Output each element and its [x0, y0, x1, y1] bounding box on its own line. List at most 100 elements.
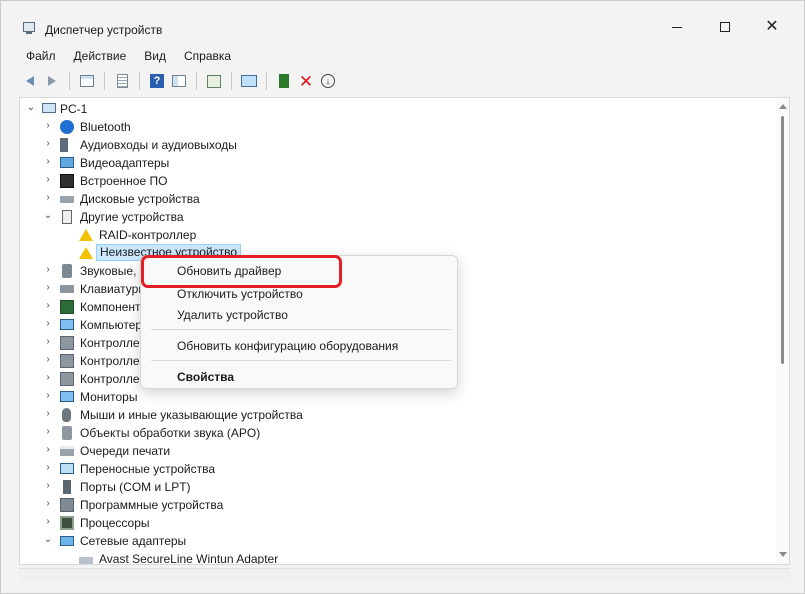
- tree-item-monitors[interactable]: › Мониторы: [20, 388, 780, 406]
- properties-icon: [172, 75, 186, 87]
- toolbar-separator: [139, 72, 140, 90]
- tree-item-software-devices[interactable]: › Программные устройства: [20, 496, 780, 514]
- toolbar: ? ✕ ↓: [19, 69, 339, 93]
- network-adapter-icon: [79, 557, 93, 564]
- chevron-right-icon[interactable]: ›: [43, 373, 53, 383]
- update-driver-icon: [279, 74, 289, 88]
- chevron-right-icon[interactable]: ›: [43, 445, 53, 455]
- chevron-right-icon[interactable]: ›: [43, 499, 53, 509]
- device-manager-app-icon: [23, 22, 35, 34]
- menu-view[interactable]: Вид: [135, 45, 175, 67]
- vertical-scrollbar[interactable]: [776, 98, 789, 564]
- scrollbar-thumb[interactable]: [781, 116, 784, 364]
- display-adapter-icon: [60, 157, 74, 168]
- tree-item-display-adapters[interactable]: › Видеоадаптеры: [20, 154, 780, 172]
- show-devices-button[interactable]: [76, 70, 98, 92]
- computer-icon: [42, 103, 56, 113]
- chevron-right-icon[interactable]: ›: [43, 121, 53, 131]
- software-device-icon: [60, 498, 74, 512]
- chevron-right-icon[interactable]: ›: [43, 301, 53, 311]
- chevron-right-icon[interactable]: ›: [43, 463, 53, 473]
- chevron-down-icon[interactable]: ⌄: [43, 535, 53, 545]
- chevron-right-icon[interactable]: ›: [43, 175, 53, 185]
- port-icon: [63, 480, 71, 494]
- scan-hardware-button[interactable]: [203, 70, 225, 92]
- menu-file[interactable]: Файл: [17, 45, 65, 67]
- toolbar-separator: [104, 72, 105, 90]
- tree-item-print-queues[interactable]: › Очереди печати: [20, 442, 780, 460]
- uninstall-device-menu-item[interactable]: Удалить устройство: [177, 308, 288, 322]
- properties-button[interactable]: [168, 70, 190, 92]
- warning-icon: [79, 247, 93, 259]
- tree-item-raid-controller[interactable]: RAID-контроллер: [20, 226, 780, 244]
- scroll-down-icon[interactable]: [779, 552, 787, 557]
- monitor-button[interactable]: [238, 70, 260, 92]
- chevron-right-icon[interactable]: ›: [43, 193, 53, 203]
- tree-item-audio-io[interactable]: › Аудиовходы и аудиовыходы: [20, 136, 780, 154]
- chevron-right-icon[interactable]: ›: [43, 319, 53, 329]
- help-button[interactable]: ?: [146, 70, 168, 92]
- firmware-icon: [60, 174, 74, 188]
- tree-item-processors[interactable]: › Процессоры: [20, 514, 780, 532]
- chevron-right-icon[interactable]: ›: [43, 409, 53, 419]
- tree-item-avast-adapter[interactable]: Avast SecureLine Wintun Adapter: [20, 550, 780, 564]
- unknown-device-icon: [62, 210, 72, 224]
- toolbar-separator: [266, 72, 267, 90]
- menu-separator: [151, 360, 451, 361]
- download-button[interactable]: ↓: [317, 70, 339, 92]
- maximize-button[interactable]: [702, 11, 748, 43]
- chevron-down-icon[interactable]: ⌄: [26, 103, 36, 113]
- tree-item-other-devices[interactable]: ⌄ Другие устройства: [20, 208, 780, 226]
- tree-item-ports[interactable]: › Порты (COM и LPT): [20, 478, 780, 496]
- chevron-right-icon[interactable]: ›: [43, 355, 53, 365]
- close-button[interactable]: ✕: [749, 11, 795, 43]
- printer-icon: [60, 446, 74, 456]
- scan-hardware-menu-item[interactable]: Обновить конфигурацию оборудования: [177, 339, 398, 353]
- tree-item-firmware[interactable]: › Встроенное ПО: [20, 172, 780, 190]
- tree-item-label: Видеоадаптеры: [80, 156, 170, 170]
- window-title: Диспетчер устройств: [45, 23, 163, 37]
- disable-device-menu-item[interactable]: Отключить устройство: [177, 287, 303, 301]
- document-button[interactable]: [111, 70, 133, 92]
- close-icon: ✕: [765, 18, 779, 35]
- tree-item-network-adapters[interactable]: ⌄ Сетевые адаптеры: [20, 532, 780, 550]
- chevron-right-icon[interactable]: ›: [43, 265, 53, 275]
- chevron-right-icon[interactable]: ›: [43, 391, 53, 401]
- tree-root[interactable]: ⌄ PC-1: [20, 100, 780, 118]
- tree-item-label: Дисковые устройства: [80, 192, 200, 206]
- tree-item-disk-drives[interactable]: › Дисковые устройства: [20, 190, 780, 208]
- minimize-button[interactable]: [654, 11, 700, 43]
- chevron-right-icon[interactable]: ›: [43, 337, 53, 347]
- tree-item-bluetooth[interactable]: › Bluetooth: [20, 118, 780, 136]
- minimize-icon: [672, 26, 682, 28]
- scroll-up-icon[interactable]: [779, 104, 787, 109]
- menu-help[interactable]: Справка: [175, 45, 240, 67]
- chevron-right-icon[interactable]: ›: [43, 157, 53, 167]
- chevron-right-icon[interactable]: ›: [43, 517, 53, 527]
- title-bar[interactable]: Диспетчер устройств ✕: [1, 1, 804, 43]
- menu-bar: Файл Действие Вид Справка: [17, 45, 240, 67]
- chevron-right-icon[interactable]: ›: [43, 283, 53, 293]
- update-driver-button[interactable]: [273, 70, 295, 92]
- tree-item-mice[interactable]: › Мыши и иные указывающие устройства: [20, 406, 780, 424]
- chevron-right-icon[interactable]: ›: [43, 427, 53, 437]
- status-bar: [19, 568, 790, 582]
- tree-item-label: Встроенное ПО: [80, 174, 168, 188]
- remove-device-button[interactable]: ✕: [295, 70, 317, 92]
- tree-item-apo[interactable]: › Объекты обработки звука (APO): [20, 424, 780, 442]
- tree-item-label: Процессоры: [80, 516, 150, 530]
- disk-drive-icon: [60, 196, 74, 203]
- tree-item-label: Контролле: [80, 336, 140, 350]
- chevron-right-icon[interactable]: ›: [43, 139, 53, 149]
- back-button[interactable]: [19, 70, 41, 92]
- properties-menu-item[interactable]: Свойства: [177, 370, 234, 384]
- tree-item-label: Мыши и иные указывающие устройства: [80, 408, 303, 422]
- tree-item-label: Компонент: [80, 300, 141, 314]
- usb-controller-icon: [60, 354, 74, 368]
- tree-item-portable-devices[interactable]: › Переносные устройства: [20, 460, 780, 478]
- forward-button[interactable]: [41, 70, 63, 92]
- menu-action[interactable]: Действие: [65, 45, 136, 67]
- toolbar-separator: [69, 72, 70, 90]
- chevron-right-icon[interactable]: ›: [43, 481, 53, 491]
- chevron-down-icon[interactable]: ⌄: [43, 211, 53, 221]
